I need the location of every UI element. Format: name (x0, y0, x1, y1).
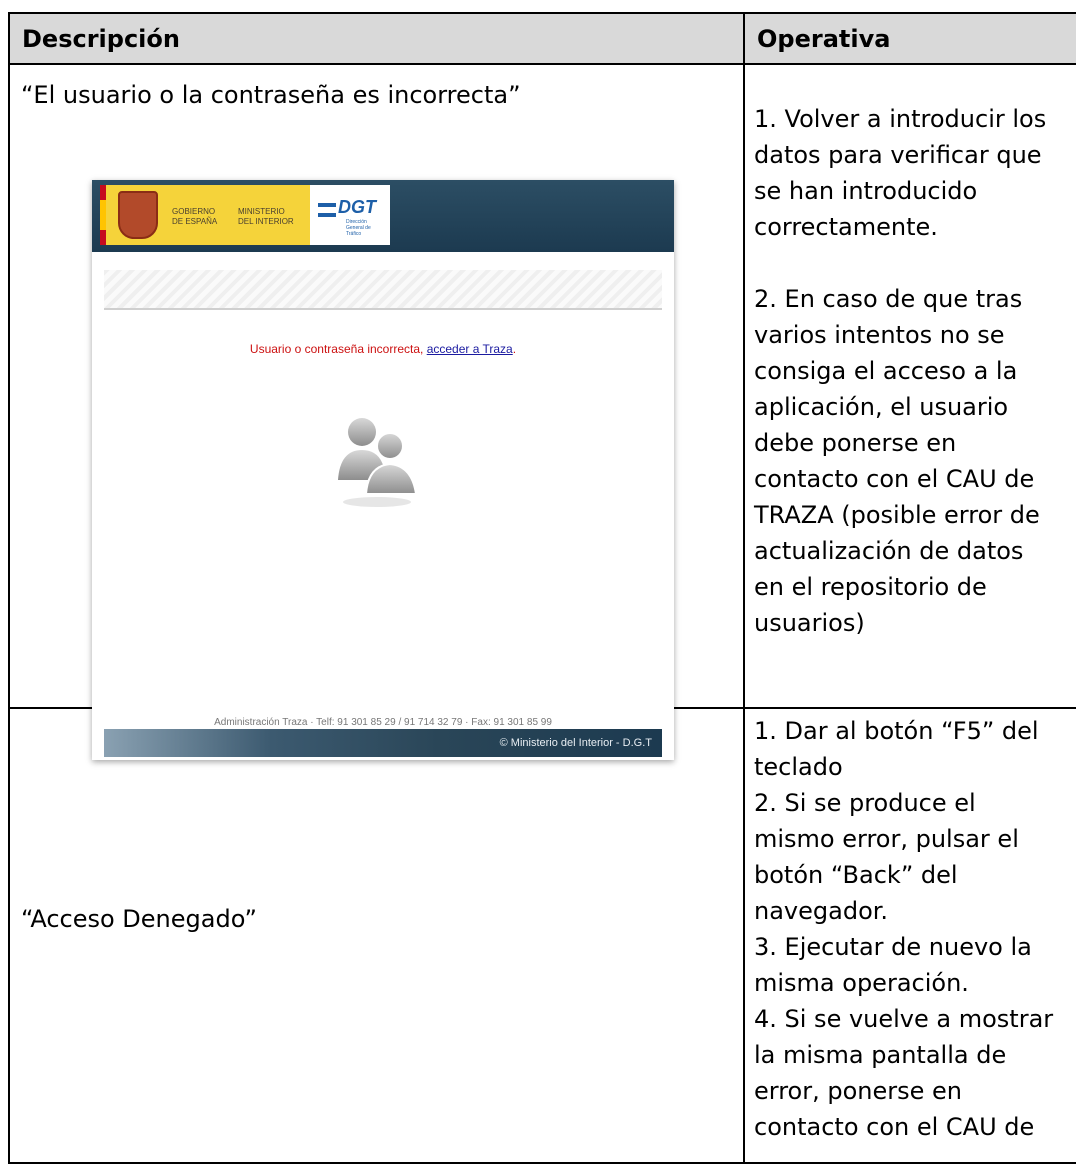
operativa-line: la misma pantalla de (754, 1041, 1007, 1069)
error-message-text: Usuario o contraseña incorrecta, (249, 342, 424, 356)
operativa-line: 2. En caso de que tras (754, 285, 1023, 313)
screenshot-header-banner: GOBIERNO DE ESPAÑA MINISTERIO DEL INTERI… (92, 180, 674, 252)
operativa-line: datos para verificar que (754, 141, 1042, 169)
error-message-end: . (512, 342, 517, 356)
operativa-line: actualización de datos (754, 537, 1024, 565)
logo-gobierno-text: GOBIERNO DE ESPAÑA (172, 207, 218, 226)
operativa-line: consiga el acceso a la (754, 357, 1018, 385)
row1-descripcion-text: “El usuario o la contraseña es incorrect… (21, 81, 521, 109)
error-message: Usuario o contraseña incorrecta, acceder… (92, 342, 674, 356)
coat-of-arms-icon (118, 191, 158, 239)
operativa-line: debe ponerse en (754, 429, 957, 457)
dgt-logo-subtext: Dirección General de Tráfico (346, 219, 371, 237)
operativa-line: misma operación. (754, 969, 969, 997)
dgt-mark-icon (318, 203, 336, 217)
logo-ministerio-text: MINISTERIO DEL INTERIOR (238, 207, 294, 226)
dgt-logo-text: DGT (338, 197, 376, 217)
row1-descripcion: “El usuario o la contraseña es incorrect… (10, 65, 745, 760)
operativa-line: mismo error, pulsar el (754, 825, 1019, 853)
operativa-line: TRAZA (posible error de (754, 501, 1040, 529)
operativa-line: botón “Back” del (754, 861, 958, 889)
operativa-line: se han introducido (754, 177, 978, 205)
users-icon (338, 418, 418, 507)
operativa-line: varios intentos no se (754, 321, 1005, 349)
operativa-line: 1. Dar al botón “F5” del (754, 717, 1039, 745)
operativa-line: error, ponerse en (754, 1077, 962, 1105)
operativa-line: contacto con el CAU de (754, 465, 1035, 493)
row2-descripcion-text: “Acceso Denegado” (21, 905, 257, 933)
row2-operativa-list: 1. Dar al botón “F5” del teclado 2. Si se … (754, 713, 1053, 1145)
operativa-line: 2. Si se produce el (754, 789, 976, 817)
row2-descripcion: “Acceso Denegado” (10, 709, 745, 1164)
operativa-line: aplicación, el usuario (754, 393, 1009, 421)
row1-operativa: 1. Volver a introducir los datos para ver… (745, 65, 1076, 709)
operativa-line: usuarios) (754, 609, 865, 637)
operations-table: Descripción Operativa “El usuario o la c… (8, 12, 1076, 1164)
header-descripcion-label: Descripción (22, 24, 180, 53)
decorative-stripe (104, 270, 662, 310)
acceder-traza-link[interactable]: acceder a Traza (427, 342, 513, 356)
operativa-line: correctamente. (754, 213, 938, 241)
row2-operativa: 1. Dar al botón “F5” del teclado 2. Si se … (745, 709, 1076, 1164)
header-operativa: Operativa (745, 14, 1076, 65)
gobierno-ministerio-logo: GOBIERNO DE ESPAÑA MINISTERIO DEL INTERI… (100, 185, 390, 245)
operativa-line: contacto con el CAU de (754, 1113, 1035, 1141)
dgt-logo: DGT Dirección General de Tráfico (310, 185, 390, 245)
operativa-line: 3. Ejecutar de nuevo la (754, 933, 1032, 961)
operativa-line (754, 245, 1046, 281)
row1-operativa-list: 1. Volver a introducir los datos para ver… (754, 101, 1046, 641)
spain-flag-stripe (100, 185, 106, 245)
operativa-line: 4. Si se vuelve a mostrar (754, 1005, 1054, 1033)
operativa-line: en el repositorio de (754, 573, 987, 601)
header-operativa-label: Operativa (757, 24, 891, 53)
operativa-line: teclado (754, 753, 843, 781)
operativa-line: navegador. (754, 897, 889, 925)
operativa-line: 1. Volver a introducir los (754, 105, 1047, 133)
embedded-login-error-screenshot: GOBIERNO DE ESPAÑA MINISTERIO DEL INTERI… (92, 180, 674, 760)
header-descripcion: Descripción (10, 14, 745, 65)
